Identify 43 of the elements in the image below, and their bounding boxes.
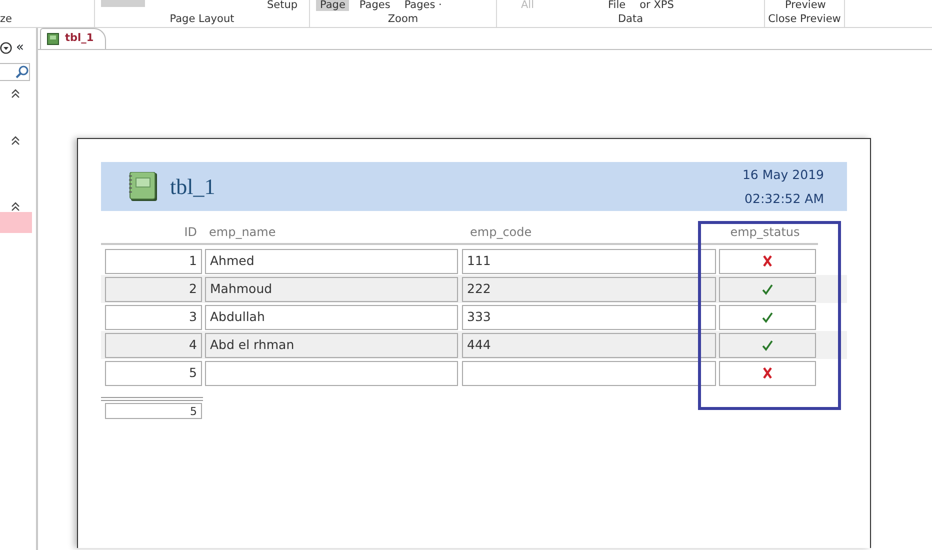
ribbon-button[interactable]: Pages · xyxy=(400,0,446,11)
ribbon-button[interactable]: or XPS xyxy=(636,0,678,11)
group-label: ze xyxy=(0,12,13,27)
table-cell: 444 xyxy=(462,332,716,358)
group-label: Close Preview xyxy=(767,12,842,27)
table-cell: 2 xyxy=(105,276,202,302)
report-time: 02:32:52 AM xyxy=(744,190,824,208)
table-cell: 1 xyxy=(105,248,202,274)
group-label: Zoom xyxy=(386,12,420,27)
column-header: ID xyxy=(184,225,197,239)
search-field[interactable] xyxy=(0,63,30,81)
ribbon-button[interactable]: Page xyxy=(316,0,350,11)
report-icon xyxy=(47,33,59,45)
group-label: Page Layout xyxy=(168,12,236,27)
ribbon-button[interactable]: File xyxy=(604,0,630,11)
table-cell: Mahmoud xyxy=(205,276,458,302)
group-label: Data xyxy=(616,12,644,27)
table-cell: Abdullah xyxy=(205,304,458,330)
search-icon[interactable] xyxy=(15,65,29,79)
report-title: tbl_1 xyxy=(170,173,216,201)
total-field: 5 xyxy=(105,403,202,419)
ribbon-button[interactable]: Pages xyxy=(355,0,394,11)
table-cell: 3 xyxy=(105,304,202,330)
report-icon xyxy=(128,172,158,202)
collapse-chevron-icon[interactable] xyxy=(11,89,20,98)
column-header: emp_name xyxy=(209,225,276,239)
ribbon-button[interactable]: Preview xyxy=(781,0,830,11)
table-cell: 111 xyxy=(462,248,716,274)
column-header: emp_code xyxy=(470,225,532,239)
table-cell: 333 xyxy=(462,304,716,330)
ribbon-button[interactable]: Setup xyxy=(263,0,302,11)
collapse-chevron-icon[interactable] xyxy=(11,202,20,211)
document-tab[interactable]: tbl_1 xyxy=(40,28,106,49)
table-cell: 222 xyxy=(462,276,716,302)
report-date: 16 May 2019 xyxy=(742,166,824,184)
dropdown-icon[interactable] xyxy=(0,42,12,54)
collapse-chevron-icon[interactable] xyxy=(11,136,20,145)
table-cell: Ahmed xyxy=(205,248,458,274)
column-header: emp_status xyxy=(730,225,800,239)
collapse-button[interactable]: « xyxy=(16,42,24,54)
table-cell: 4 xyxy=(105,332,202,358)
table-cell: 5 xyxy=(105,360,202,386)
table-cell: Abd el rhman xyxy=(205,332,458,358)
